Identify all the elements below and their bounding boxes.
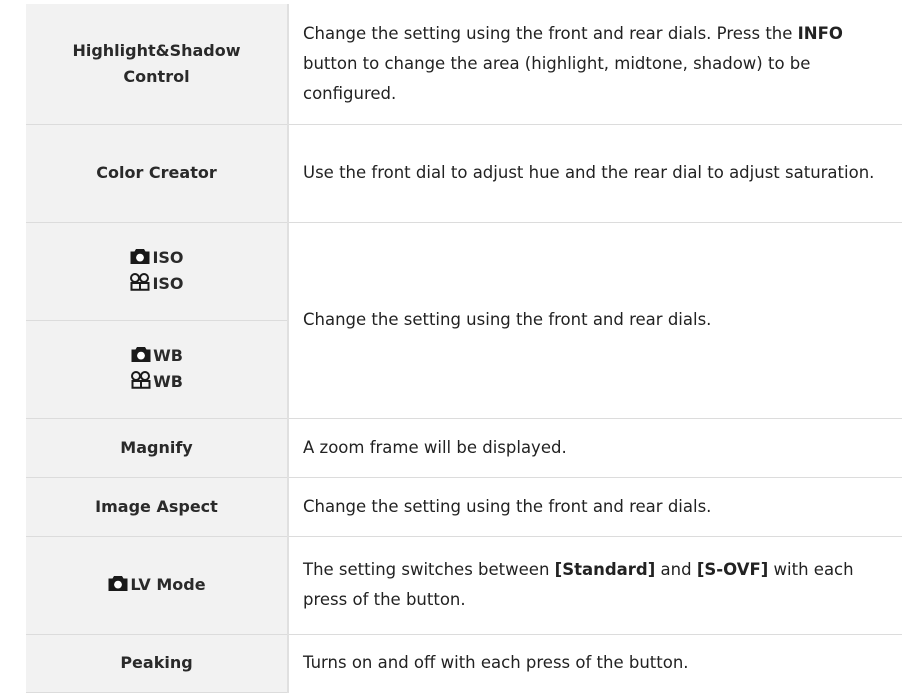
- table-row: LV Mode The setting switches between [St…: [26, 536, 902, 635]
- setting-name: LV Mode: [107, 575, 206, 594]
- table-row: Highlight&Shadow Control Change the sett…: [26, 4, 902, 125]
- setting-description-cell: Change the setting using the front and r…: [288, 222, 902, 419]
- settings-table: Highlight&Shadow Control Change the sett…: [26, 4, 902, 693]
- setting-name: Image Aspect: [95, 496, 218, 516]
- setting-name-photo: WB: [26, 343, 287, 369]
- setting-name: Color Creator: [96, 163, 217, 182]
- setting-name-cell: ISO ISO: [26, 222, 289, 321]
- info-button-label: INFO: [797, 23, 843, 43]
- setting-description-cell: Change the setting using the front and r…: [288, 477, 902, 537]
- desc-text: button to change the area (highlight, mi…: [303, 53, 811, 103]
- movie-icon: [130, 273, 150, 291]
- setting-description-cell: A zoom frame will be displayed.: [288, 418, 902, 478]
- option-standard: [Standard]: [554, 560, 656, 579]
- setting-name-cell: Magnify: [26, 418, 289, 478]
- setting-name: Peaking: [120, 653, 193, 672]
- setting-name-movie: ISO: [26, 271, 287, 297]
- camera-icon: [131, 347, 151, 362]
- table-row: Peaking Turns on and off with each press…: [26, 634, 902, 693]
- setting-name-movie: WB: [26, 369, 287, 395]
- setting-description: Use the front dial to adjust hue and the…: [303, 163, 875, 182]
- movie-icon: [131, 371, 151, 389]
- setting-name-cell: Peaking: [26, 634, 289, 693]
- setting-description: A zoom frame will be displayed.: [303, 437, 567, 457]
- table-row: Magnify A zoom frame will be displayed.: [26, 418, 902, 478]
- setting-description-cell: Change the setting using the front and r…: [288, 4, 902, 125]
- setting-name-cell: Highlight&Shadow Control: [26, 4, 289, 125]
- setting-name-photo: ISO: [26, 245, 287, 271]
- setting-name-cell: Image Aspect: [26, 477, 289, 537]
- setting-name-cell: WB WB: [26, 320, 289, 419]
- table-row: Image Aspect Change the setting using th…: [26, 477, 902, 537]
- setting-name: Highlight&Shadow Control: [72, 40, 241, 86]
- setting-description: Turns on and off with each press of the …: [303, 653, 689, 673]
- desc-text: Change the setting using the front and r…: [303, 23, 798, 43]
- table-row: ISO ISO Change the setting using the fro…: [26, 222, 902, 419]
- setting-description: The setting switches between [Standard] …: [303, 560, 854, 609]
- setting-description: Change the setting using the front and r…: [303, 310, 712, 329]
- camera-icon: [130, 249, 150, 264]
- setting-name-cell: Color Creator: [26, 124, 289, 223]
- setting-description: Change the setting using the front and r…: [303, 496, 712, 516]
- setting-description-cell: Use the front dial to adjust hue and the…: [288, 124, 902, 223]
- option-s-ovf: [S-OVF]: [696, 560, 769, 579]
- setting-description: Change the setting using the front and r…: [303, 24, 843, 103]
- camera-icon: [108, 576, 128, 591]
- setting-name-cell: LV Mode: [26, 536, 289, 635]
- setting-description-cell: Turns on and off with each press of the …: [288, 634, 902, 692]
- setting-name: Magnify: [120, 437, 193, 457]
- setting-description-cell: The setting switches between [Standard] …: [288, 536, 902, 635]
- table-row: Color Creator Use the front dial to adju…: [26, 124, 902, 223]
